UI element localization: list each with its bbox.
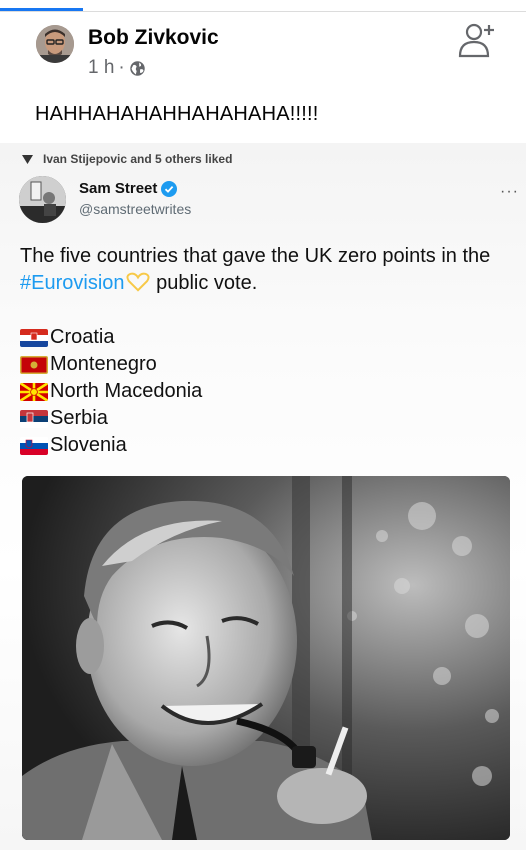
tweet-photo[interactable] [22, 476, 510, 840]
heart-icon [22, 154, 33, 164]
serbia-flag-icon [20, 409, 48, 428]
tweet-name-text[interactable]: Sam Street [79, 180, 157, 197]
post-time[interactable]: 1 h [88, 57, 114, 79]
yellow-heart-icon [125, 272, 151, 292]
tweet-avatar[interactable] [19, 176, 66, 223]
montenegro-flag-icon [20, 355, 48, 374]
post-photo[interactable]: Ivan Stijepovic and 5 others liked Sam S… [0, 143, 526, 850]
tweet-text-start: The five countries that gave the UK zero… [20, 245, 491, 267]
avatar[interactable] [36, 25, 74, 63]
post-text: HAHHAHAHAHHAHAHAHA!!!!! [35, 103, 319, 125]
list-item: North Macedonia [20, 378, 202, 405]
country-list: Croatia Montenegro North Macedonia Serbi… [20, 324, 202, 459]
list-item: Croatia [20, 324, 202, 351]
meta-separator: · [118, 57, 125, 78]
liked-by-text: Ivan Stijepovic and 5 others liked [43, 152, 233, 166]
list-item: Montenegro [20, 351, 202, 378]
verified-icon [161, 180, 178, 197]
north-macedonia-flag-icon [20, 382, 48, 401]
tweet-author-name[interactable]: Sam Street [79, 180, 178, 197]
tweet-text-end: public vote. [150, 272, 258, 294]
country-name: Slovenia [50, 434, 127, 456]
add-friend-icon[interactable] [456, 20, 498, 60]
country-name: Croatia [50, 326, 115, 348]
post-author-name[interactable]: Bob Zivkovic [88, 26, 219, 50]
country-name: Serbia [50, 407, 108, 429]
liked-by-line: Ivan Stijepovic and 5 others liked [22, 152, 232, 166]
list-item: Serbia [20, 405, 202, 432]
man-smiling-with-pipe-image [22, 476, 510, 840]
more-options-icon[interactable]: ··· [500, 183, 519, 201]
tweet-handle[interactable]: @samstreetwrites [79, 201, 191, 217]
tweet-text: The five countries that gave the UK zero… [20, 243, 520, 297]
country-name: Montenegro [50, 353, 157, 375]
country-name: North Macedonia [50, 380, 203, 402]
globe-icon[interactable] [129, 60, 146, 77]
slovenia-flag-icon [20, 436, 48, 455]
header-divider [0, 11, 526, 12]
post-meta: 1 h · [88, 57, 146, 79]
list-item: Slovenia [20, 432, 202, 459]
croatia-flag-icon [20, 328, 48, 347]
hashtag-link[interactable]: #Eurovision [20, 272, 125, 294]
